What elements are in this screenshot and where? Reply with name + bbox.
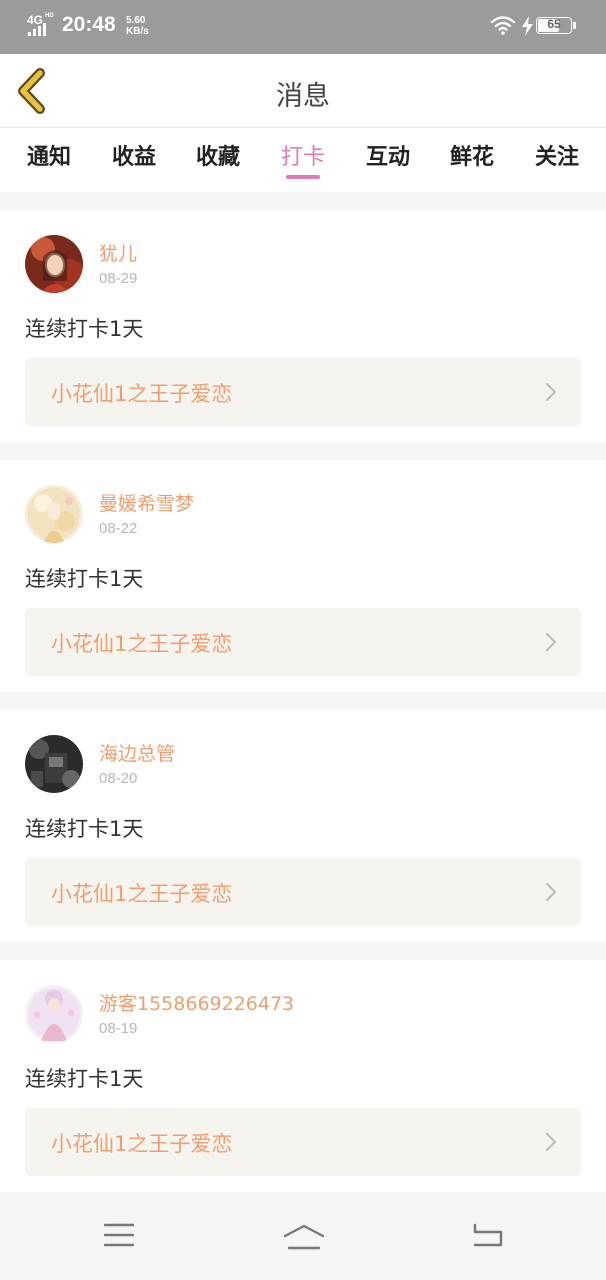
speed-unit: KB/s — [126, 26, 149, 37]
speed-value: 5.60 — [126, 15, 146, 26]
checkin-text: 连续打卡1天 — [25, 567, 144, 591]
network-label: 4G — [27, 13, 44, 27]
charging-icon — [522, 16, 533, 36]
avatar[interactable] — [25, 735, 83, 793]
book-link[interactable]: 小花仙1之王子爱恋 — [25, 858, 581, 926]
chevron-right-icon — [545, 882, 557, 902]
tab-earnings[interactable]: 收益 — [99, 139, 169, 171]
book-title: 小花仙1之王子爱恋 — [51, 1132, 233, 1156]
book-title: 小花仙1之王子爱恋 — [51, 632, 233, 656]
book-link[interactable]: 小花仙1之王子爱恋 — [25, 358, 581, 426]
tab-notice[interactable]: 通知 — [14, 139, 84, 171]
tab-checkin[interactable]: 打卡 — [268, 139, 338, 171]
user-name[interactable]: 犹儿 — [99, 239, 137, 266]
message-card: 游客1558669226473 08-19 连续打卡1天 小花仙1之王子爱恋 — [0, 960, 606, 1192]
wifi-icon — [490, 16, 516, 35]
book-link[interactable]: 小花仙1之王子爱恋 — [25, 608, 581, 676]
message-card: 曼媛希雪梦 08-22 连续打卡1天 小花仙1之王子爱恋 — [0, 460, 606, 692]
avatar[interactable] — [25, 985, 83, 1043]
message-date: 08-20 — [99, 770, 138, 787]
tab-favorites[interactable]: 收藏 — [183, 139, 253, 171]
network-speed: 5.60 KB/s — [126, 15, 149, 37]
chevron-right-icon — [545, 1132, 557, 1152]
user-name[interactable]: 曼媛希雪梦 — [99, 489, 194, 516]
battery-icon: 65 — [536, 17, 572, 34]
battery-level: 65 — [547, 17, 561, 31]
message-date: 08-29 — [99, 270, 138, 287]
page-title: 消息 — [276, 81, 330, 112]
tab-interaction[interactable]: 互动 — [353, 139, 423, 171]
checkin-text: 连续打卡1天 — [25, 817, 144, 841]
status-bar: 4G HD 20:48 5.60 KB/s 65 — [0, 0, 606, 54]
system-nav-bar — [0, 1192, 606, 1280]
tab-follow[interactable]: 关注 — [522, 139, 592, 171]
book-title: 小花仙1之王子爱恋 — [51, 382, 233, 406]
active-tab-indicator — [286, 175, 320, 179]
message-card: 海边总管 08-20 连续打卡1天 小花仙1之王子爱恋 — [0, 710, 606, 942]
message-date: 08-22 — [99, 520, 138, 537]
return-icon[interactable] — [472, 1222, 504, 1248]
status-right: 65 — [490, 14, 580, 40]
tab-bar: 通知 收益 收藏 打卡 互动 鲜花 关注 — [0, 128, 606, 192]
message-card: 犹儿 08-29 连续打卡1天 小花仙1之王子爱恋 — [0, 210, 606, 442]
chevron-right-icon — [545, 382, 557, 402]
book-link[interactable]: 小花仙1之王子爱恋 — [25, 1108, 581, 1176]
home-icon[interactable] — [283, 1224, 325, 1250]
app-header: 消息 — [0, 54, 606, 128]
network-indicator: 4G HD — [26, 12, 58, 40]
battery-tip — [573, 22, 576, 29]
book-title: 小花仙1之王子爱恋 — [51, 882, 233, 906]
checkin-text: 连续打卡1天 — [25, 1067, 144, 1091]
user-name[interactable]: 海边总管 — [99, 739, 175, 766]
message-date: 08-19 — [99, 1020, 138, 1037]
checkin-text: 连续打卡1天 — [25, 317, 144, 341]
avatar[interactable] — [25, 485, 83, 543]
avatar[interactable] — [25, 235, 83, 293]
chevron-right-icon — [545, 632, 557, 652]
menu-icon[interactable] — [104, 1222, 134, 1248]
user-name[interactable]: 游客1558669226473 — [99, 989, 294, 1016]
clock: 20:48 — [62, 13, 116, 36]
tab-flowers[interactable]: 鲜花 — [437, 139, 507, 171]
network-sub-label: HD — [45, 13, 54, 19]
